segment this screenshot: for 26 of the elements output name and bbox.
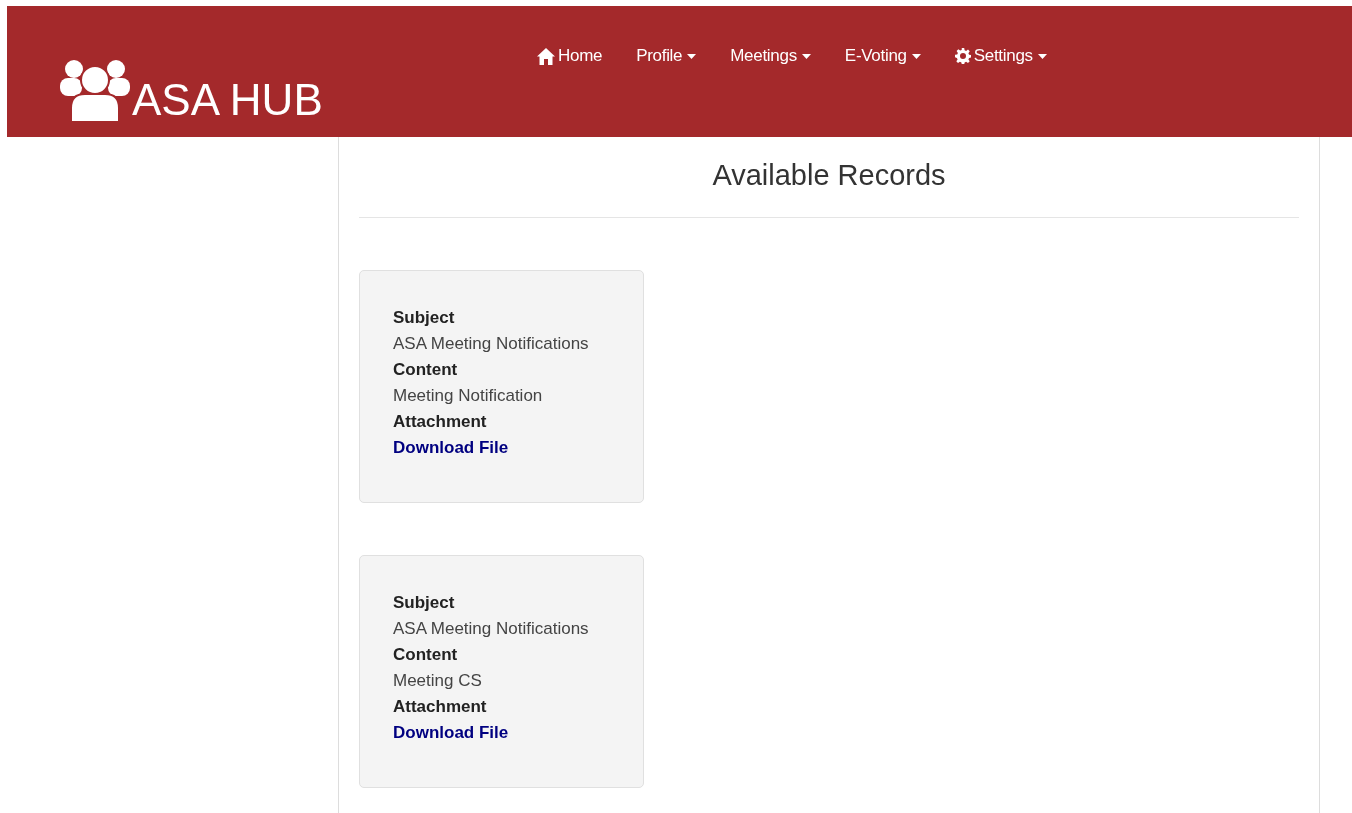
caret-icon bbox=[801, 53, 811, 59]
field-label: Attachment bbox=[393, 411, 488, 433]
nav-dropdown[interactable]: E-Voting bbox=[827, 42, 938, 70]
field-value: ASA Meeting Notifications bbox=[393, 618, 590, 640]
field-value: Meeting CS bbox=[393, 670, 483, 692]
download-link[interactable]: Download File bbox=[393, 720, 643, 746]
nav-link[interactable]: Home bbox=[520, 42, 620, 70]
brand-title: ASA HUB bbox=[132, 78, 323, 122]
caret-icon bbox=[1037, 53, 1047, 59]
field-label: Subject bbox=[393, 592, 456, 614]
field-label: Subject bbox=[393, 307, 456, 329]
caret-icon bbox=[687, 53, 697, 59]
nav-dropdown[interactable]: Profile bbox=[619, 42, 714, 70]
nav-dropdown[interactable]: Meetings bbox=[713, 42, 828, 70]
field-label: Content bbox=[393, 359, 459, 381]
settings-icon bbox=[954, 48, 971, 64]
users-icon bbox=[60, 60, 130, 122]
nav-dropdown[interactable]: Settings bbox=[937, 42, 1064, 70]
download-link[interactable]: Download File bbox=[393, 435, 643, 461]
field-value: Meeting Notification bbox=[393, 385, 544, 407]
field-label: Attachment bbox=[393, 696, 488, 718]
field-label: Content bbox=[393, 644, 459, 666]
page-title: Available Records bbox=[359, 159, 1299, 218]
caret-icon bbox=[911, 53, 921, 59]
field-value: ASA Meeting Notifications bbox=[393, 333, 590, 355]
home-icon bbox=[537, 47, 555, 65]
